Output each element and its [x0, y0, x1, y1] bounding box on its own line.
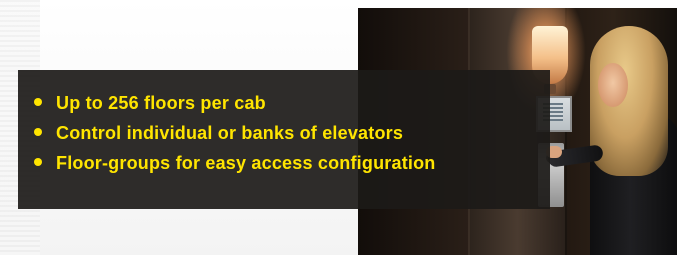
bullet-dot-icon: [34, 98, 42, 106]
feature-item: Floor-groups for easy access configurati…: [34, 148, 554, 178]
bullet-dot-icon: [34, 158, 42, 166]
feature-label: Floor-groups for easy access configurati…: [56, 153, 436, 173]
bullet-dot-icon: [34, 128, 42, 136]
feature-label: Control individual or banks of elevators: [56, 123, 404, 143]
feature-list: Up to 256 floors per cab Control individ…: [34, 88, 554, 178]
feature-item: Control individual or banks of elevators: [34, 118, 554, 148]
feature-label: Up to 256 floors per cab: [56, 93, 266, 113]
feature-item: Up to 256 floors per cab: [34, 88, 554, 118]
person-face: [598, 63, 628, 107]
